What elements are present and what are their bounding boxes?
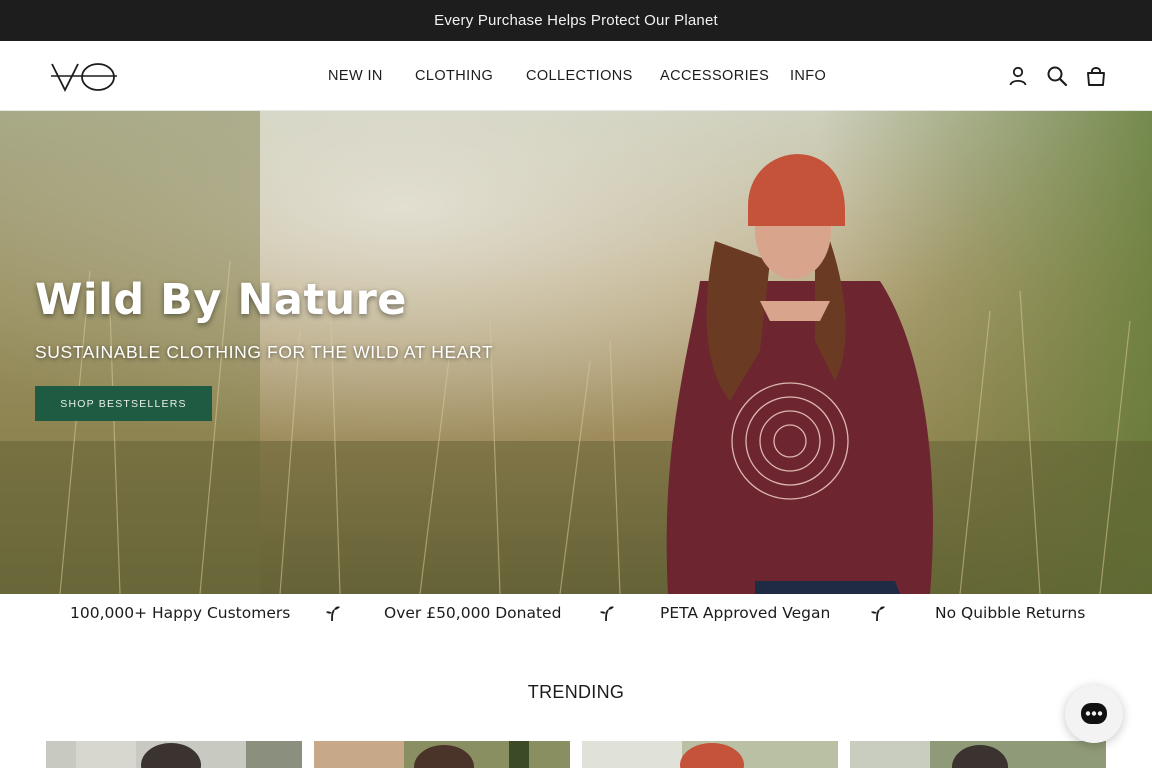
- chat-button[interactable]: [1065, 685, 1123, 743]
- usp-donated: Over £50,000 Donated: [384, 604, 562, 622]
- nav-info[interactable]: INFO: [790, 68, 826, 84]
- account-icon[interactable]: [1007, 65, 1029, 87]
- shop-bestsellers-button[interactable]: SHOP BESTSELLERS: [35, 386, 212, 421]
- sprout-icon: [326, 606, 340, 622]
- nav-accessories[interactable]: ACCESSORIES: [660, 68, 769, 84]
- sprout-icon: [600, 606, 614, 622]
- search-icon[interactable]: [1046, 65, 1068, 87]
- hero-banner: Wild By Nature SUSTAINABLE CLOTHING FOR …: [0, 111, 1152, 594]
- hero-subtitle: SUSTAINABLE CLOTHING FOR THE WILD AT HEA…: [35, 342, 494, 362]
- nav-collections[interactable]: COLLECTIONS: [526, 68, 633, 84]
- product-image: [850, 741, 1106, 768]
- trending-products: [0, 741, 1152, 768]
- usp-peta-vegan: PETA Approved Vegan: [660, 604, 831, 622]
- announcement-bar: Every Purchase Helps Protect Our Planet: [0, 0, 1152, 41]
- cart-icon[interactable]: [1085, 65, 1107, 87]
- nav-clothing[interactable]: CLOTHING: [415, 68, 493, 84]
- product-card[interactable]: [314, 741, 570, 768]
- brand-logo[interactable]: [50, 61, 118, 93]
- trending-heading: TRENDING: [527, 682, 625, 702]
- product-image: [46, 741, 302, 768]
- product-card[interactable]: [46, 741, 302, 768]
- sprout-icon: [871, 606, 885, 622]
- nav-new-in[interactable]: NEW IN: [328, 68, 383, 84]
- main-nav: NEW IN CLOTHING COLLECTIONS ACCESSORIES …: [0, 41, 1152, 111]
- product-image: [314, 741, 570, 768]
- product-image: [582, 741, 838, 768]
- usp-returns: No Quibble Returns: [935, 604, 1086, 622]
- product-card[interactable]: [582, 741, 838, 768]
- usp-bar: 100,000+ Happy Customers Over £50,000 Do…: [0, 594, 1152, 634]
- chat-icon: [1081, 703, 1107, 724]
- announcement-text: Every Purchase Helps Protect Our Planet: [434, 12, 718, 29]
- product-card[interactable]: [850, 741, 1106, 768]
- site-header: NEW IN CLOTHING COLLECTIONS ACCESSORIES …: [0, 41, 1152, 111]
- hero-title: Wild By Nature: [35, 275, 407, 325]
- usp-happy-customers: 100,000+ Happy Customers: [70, 604, 291, 622]
